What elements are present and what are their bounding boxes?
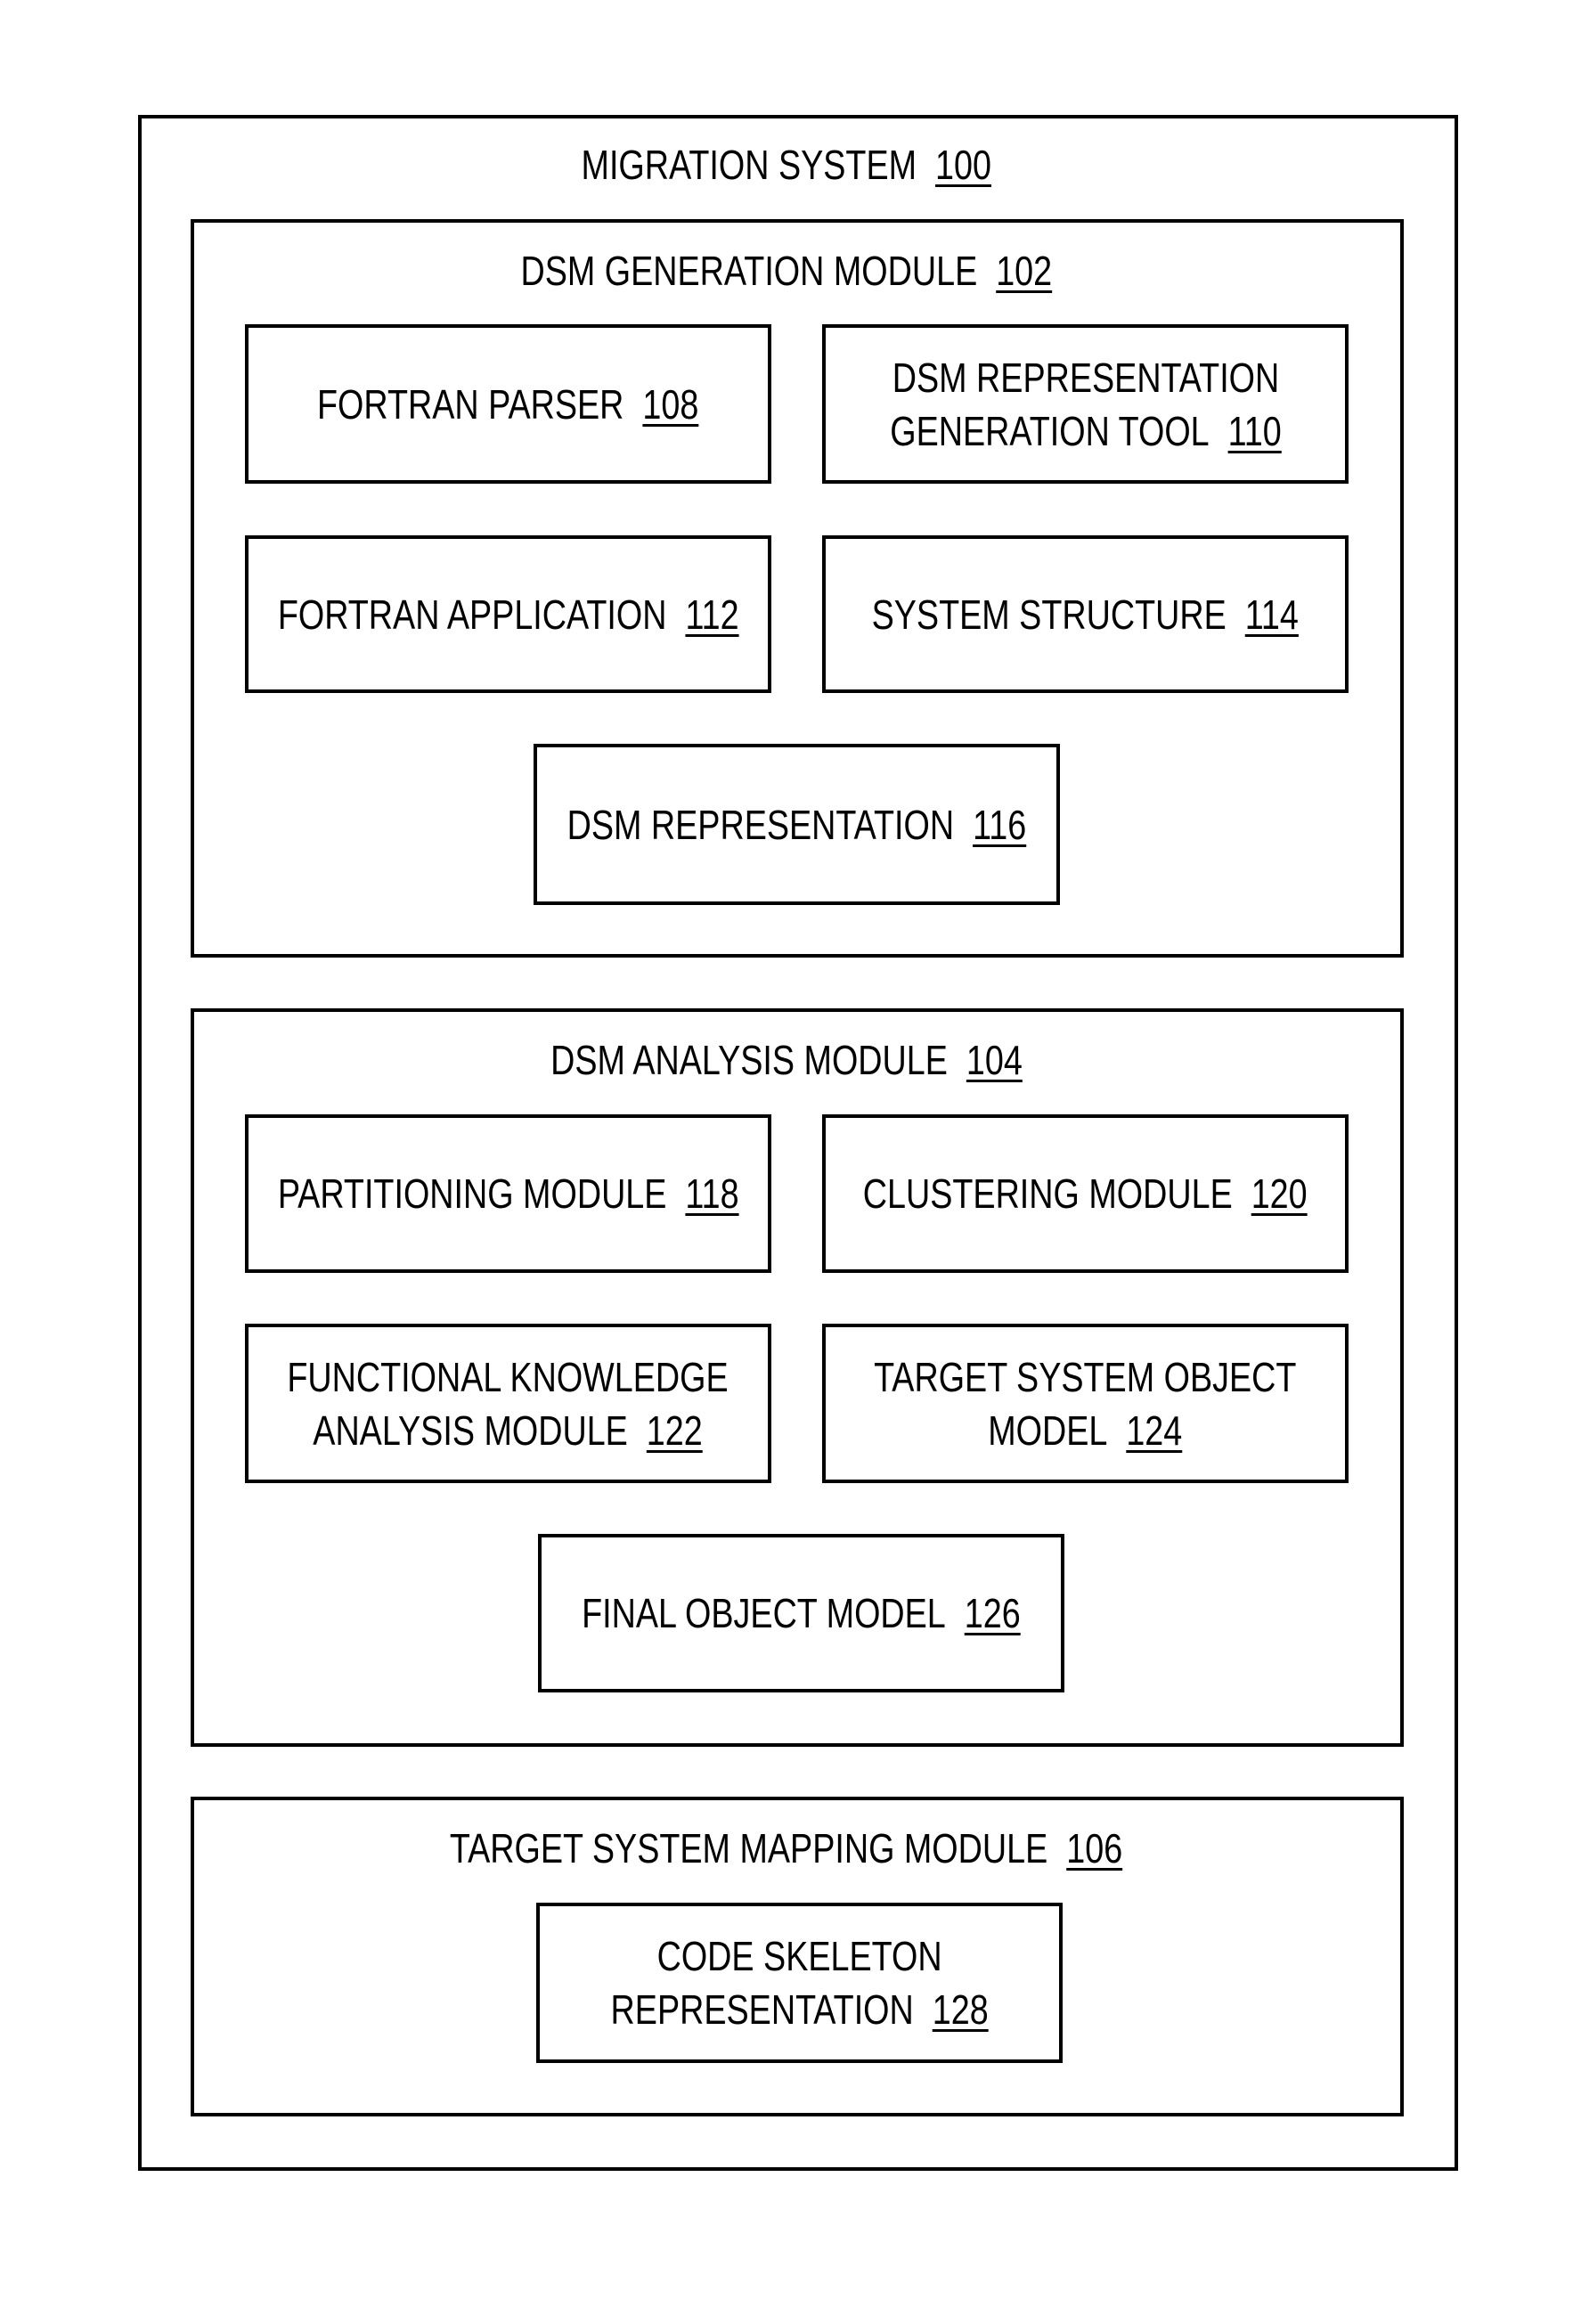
component-ref: 122 (647, 1407, 704, 1454)
component-ref: 110 (1227, 407, 1282, 454)
component-fortran-application: FORTRAN APPLICATION 112 (245, 535, 771, 693)
component-label: FORTRAN PARSER (317, 380, 624, 428)
component-dsm-representation-generation-tool: DSM REPRESENTATION GENERATION TOOL 110 (822, 324, 1349, 484)
component-ref: 120 (1251, 1170, 1308, 1217)
component-ref: 114 (1245, 591, 1300, 638)
component-label-line-1: DSM REPRESENTATION (892, 354, 1279, 401)
component-label: SYSTEM STRUCTURE (871, 591, 1227, 638)
component-ref: 108 (642, 380, 699, 428)
component-functional-knowledge-analysis-module: FUNCTIONAL KNOWLEDGE ANALYSIS MODULE 122 (245, 1324, 771, 1483)
component-ref: 126 (964, 1590, 1021, 1636)
dsm-analysis-module-title: DSM ANALYSIS MODULE 104 (0, 1040, 1573, 1080)
component-final-object-model: FINAL OBJECT MODEL 126 (538, 1534, 1064, 1692)
dsm-generation-module-label: DSM GENERATION MODULE (520, 248, 978, 294)
migration-system-title: MIGRATION SYSTEM 100 (0, 144, 1573, 185)
component-label: DSM REPRESENTATION (566, 801, 955, 848)
dsm-generation-module-title: DSM GENERATION MODULE 102 (0, 250, 1573, 291)
component-label-line-2: REPRESENTATION (610, 1986, 914, 2033)
target-system-mapping-module-title: TARGET SYSTEM MAPPING MODULE 106 (0, 1828, 1573, 1869)
component-ref: 116 (973, 801, 1027, 848)
component-code-skeleton-representation: CODE SKELETON REPRESENTATION 128 (536, 1903, 1063, 2063)
component-fortran-parser: FORTRAN PARSER 108 (245, 324, 771, 484)
component-label-line-1: CODE SKELETON (656, 1933, 942, 1979)
component-label-line-2: ANALYSIS MODULE (313, 1407, 629, 1454)
target-system-mapping-module-label: TARGET SYSTEM MAPPING MODULE (450, 1825, 1048, 1871)
dsm-generation-module-ref: 102 (996, 248, 1053, 294)
component-label-line-2: MODEL (988, 1407, 1108, 1454)
component-ref: 124 (1126, 1407, 1183, 1454)
component-clustering-module: CLUSTERING MODULE 120 (822, 1114, 1349, 1273)
migration-system-label: MIGRATION SYSTEM (581, 142, 917, 188)
component-label: FINAL OBJECT MODEL (582, 1590, 946, 1636)
component-label: FORTRAN APPLICATION (277, 591, 667, 638)
migration-system-ref: 100 (935, 142, 992, 188)
component-ref: 118 (685, 1170, 739, 1217)
component-label-line-1: TARGET SYSTEM OBJECT (874, 1353, 1297, 1400)
component-label-line-2: GENERATION TOOL (889, 407, 1210, 454)
dsm-analysis-module-label: DSM ANALYSIS MODULE (550, 1037, 948, 1083)
component-dsm-representation: DSM REPRESENTATION 116 (534, 744, 1060, 905)
component-ref: 112 (685, 591, 739, 638)
component-target-system-object-model: TARGET SYSTEM OBJECT MODEL 124 (822, 1324, 1349, 1483)
component-label: PARTITIONING MODULE (277, 1170, 667, 1217)
component-partitioning-module: PARTITIONING MODULE 118 (245, 1114, 771, 1273)
component-system-structure: SYSTEM STRUCTURE 114 (822, 535, 1349, 693)
target-system-mapping-module-ref: 106 (1066, 1825, 1123, 1871)
dsm-analysis-module-ref: 104 (966, 1037, 1023, 1083)
component-ref: 128 (932, 1986, 989, 2033)
component-label: CLUSTERING MODULE (863, 1170, 1234, 1217)
component-label-line-1: FUNCTIONAL KNOWLEDGE (287, 1353, 729, 1400)
